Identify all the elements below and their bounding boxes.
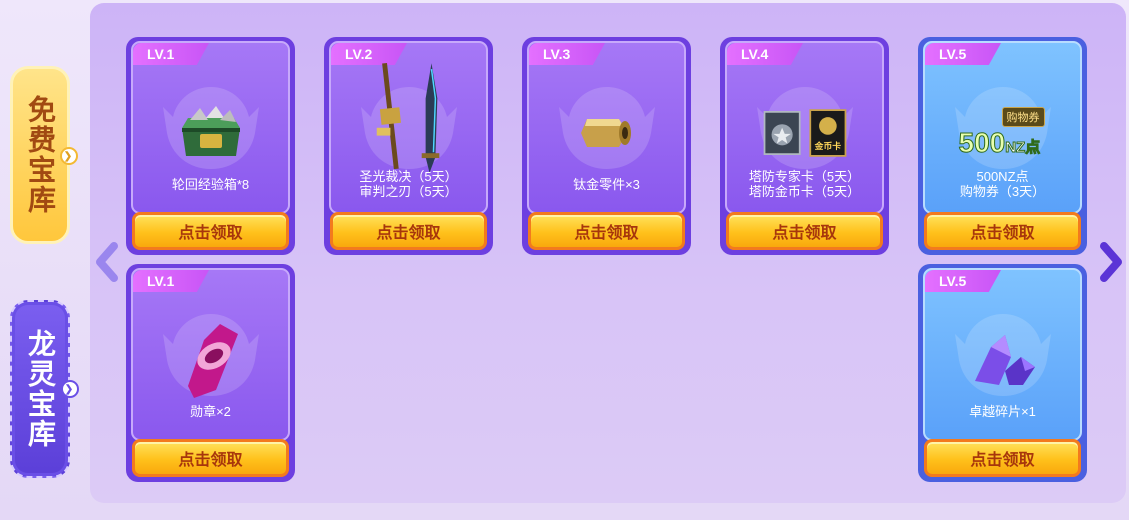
item-name: 塔防专家卡（5天） 塔防金币卡（5天） bbox=[748, 169, 861, 199]
tab-label: 龙灵宝库 bbox=[25, 329, 56, 449]
level-badge: LV.1 bbox=[133, 270, 209, 292]
tab-free-treasury[interactable]: 免费宝库 ❯ bbox=[10, 66, 78, 244]
voucher-value: 500 bbox=[958, 127, 1006, 159]
level-badge: LV.4 bbox=[727, 43, 803, 65]
tab-dragon-treasury[interactable]: 龙灵宝库 ❯ bbox=[10, 300, 79, 478]
voucher-tag: 购物券 bbox=[1001, 107, 1045, 127]
voucher-unit: NZ点 bbox=[1005, 139, 1041, 157]
claim-button[interactable]: 点击领取 bbox=[330, 212, 487, 250]
next-page-button[interactable] bbox=[1096, 238, 1126, 286]
card-body: LV.2 圣光裁决（5天） 审判之刃（5天） bbox=[329, 41, 488, 214]
crystal-shard-icon bbox=[959, 324, 1047, 396]
card-body: LV.5 卓越碎片×1 bbox=[923, 268, 1082, 441]
chevron-right-icon: ❯ bbox=[60, 147, 78, 165]
item-name: 钛金零件×3 bbox=[573, 177, 640, 192]
prev-page-button[interactable] bbox=[92, 238, 122, 286]
card-body: LV.5 购物券 500NZ点 500NZ点 购物券（3天） bbox=[923, 41, 1082, 214]
claim-button[interactable]: 点击领取 bbox=[528, 212, 685, 250]
card-body: LV.3 钛金零件×3 bbox=[527, 41, 686, 214]
level-badge: LV.1 bbox=[133, 43, 209, 65]
medal-icon bbox=[167, 324, 255, 398]
item-name: 500NZ点 购物券（3天） bbox=[959, 169, 1046, 199]
item-name: 轮回经验箱*8 bbox=[171, 177, 250, 192]
cards-icon: 金币卡 bbox=[761, 97, 849, 169]
level-badge: LV.5 bbox=[925, 270, 1001, 292]
titanium-part-icon bbox=[563, 97, 651, 169]
item-name: 勋章×2 bbox=[190, 404, 231, 419]
chevron-left-icon bbox=[96, 242, 118, 282]
treasure-chest-icon bbox=[167, 97, 255, 169]
voucher-icon: 购物券 500NZ点 bbox=[958, 97, 1047, 169]
reward-card: LV.3 钛金零件×3 点击领取 bbox=[522, 37, 691, 255]
reward-card: LV.2 圣光裁决（5天） 审判之刃（5天） 点击领取 bbox=[324, 37, 493, 255]
reward-card: LV.5 购物券 500NZ点 500NZ点 购物券（3天） 点击领取 bbox=[918, 37, 1087, 255]
level-badge: LV.5 bbox=[925, 43, 1001, 65]
chevron-right-icon bbox=[1100, 242, 1122, 282]
tab-label: 免费宝库 bbox=[25, 95, 56, 215]
reward-card: LV.1 轮回经验箱*8 点击领取 bbox=[126, 37, 295, 255]
item-name: 圣光裁决（5天） 审判之刃（5天） bbox=[359, 169, 458, 199]
claim-button[interactable]: 点击领取 bbox=[924, 212, 1081, 250]
reward-card: LV.5 卓越碎片×1 点击领取 bbox=[918, 264, 1087, 482]
reward-card: LV.1 勋章×2 点击领取 bbox=[126, 264, 295, 482]
gold-card-label: 金币卡 bbox=[813, 140, 841, 151]
card-body: LV.4 金币卡塔防专家卡（5天） 塔防金币卡（5天） bbox=[725, 41, 884, 214]
claim-button[interactable]: 点击领取 bbox=[924, 439, 1081, 477]
claim-button[interactable]: 点击领取 bbox=[132, 439, 289, 477]
claim-button[interactable]: 点击领取 bbox=[132, 212, 289, 250]
claim-button[interactable]: 点击领取 bbox=[726, 212, 883, 250]
weapons-icon bbox=[365, 62, 453, 173]
level-badge: LV.3 bbox=[529, 43, 605, 65]
card-body: LV.1 轮回经验箱*8 bbox=[131, 41, 290, 214]
item-name: 卓越碎片×1 bbox=[969, 404, 1036, 419]
chevron-right-icon: ❯ bbox=[61, 380, 79, 398]
card-body: LV.1 勋章×2 bbox=[131, 268, 290, 441]
reward-card: LV.4 金币卡塔防专家卡（5天） 塔防金币卡（5天） 点击领取 bbox=[720, 37, 889, 255]
